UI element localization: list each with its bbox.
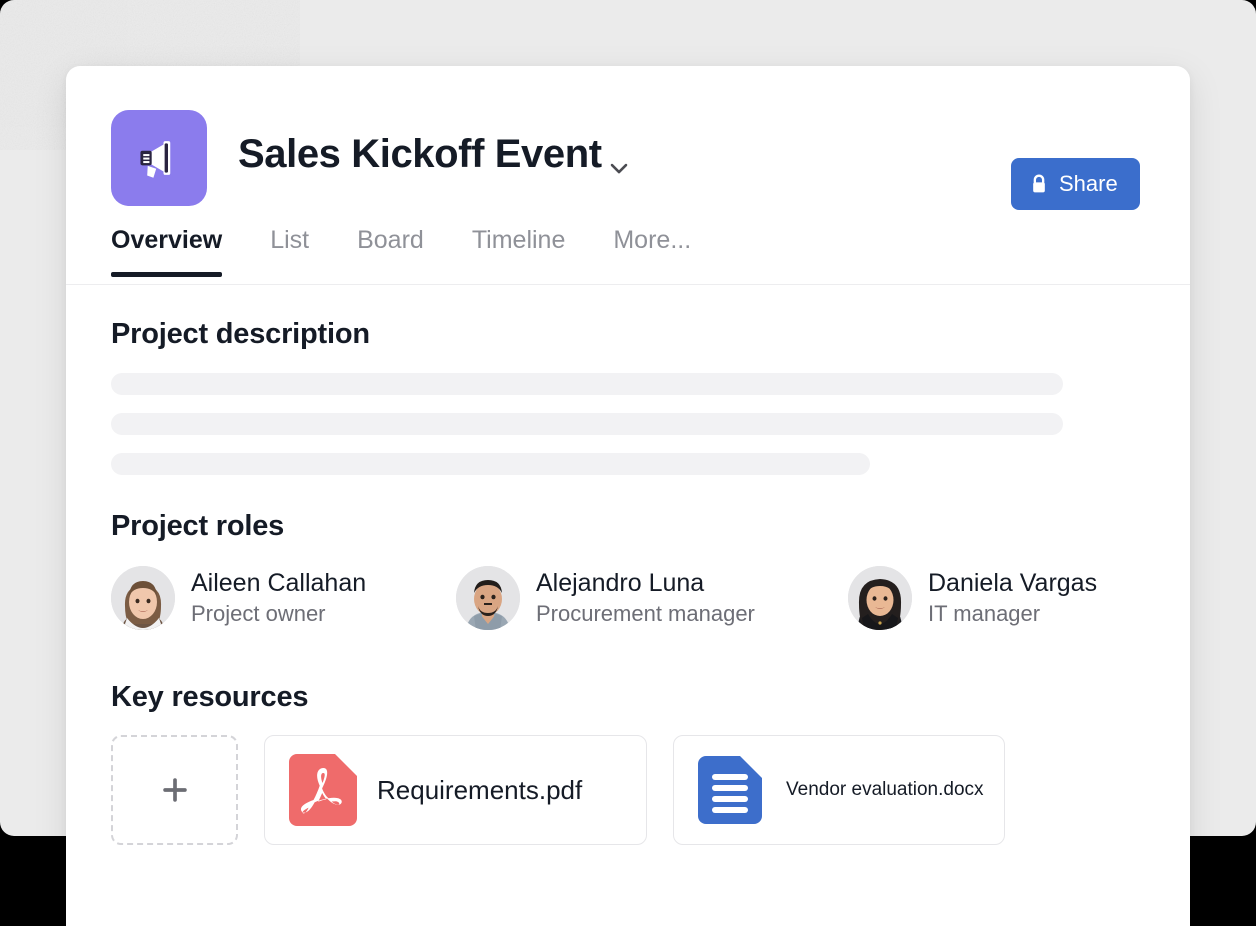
role-person-title: Procurement manager <box>536 601 755 627</box>
resource-name: Requirements.pdf <box>377 775 582 806</box>
role-person-name: Alejandro Luna <box>536 569 755 599</box>
chevron-down-icon[interactable] <box>599 148 639 188</box>
resource-card[interactable]: Vendor evaluation.docx <box>673 735 1005 845</box>
avatar <box>848 566 912 630</box>
tab-timeline[interactable]: Timeline <box>472 226 594 277</box>
megaphone-icon <box>132 131 186 185</box>
avatar <box>456 566 520 630</box>
role-text: Aileen Callahan Project owner <box>191 569 366 626</box>
role-person-name: Daniela Vargas <box>928 569 1097 599</box>
tab-board-label: Board <box>357 226 424 254</box>
share-button[interactable]: Share <box>1011 158 1140 210</box>
view-tabs: Overview List Board Timeline More... <box>111 226 739 277</box>
tab-overview[interactable]: Overview <box>111 226 222 277</box>
project-icon[interactable] <box>111 110 207 206</box>
description-placeholder-line <box>111 373 1063 395</box>
plus-icon <box>158 773 192 807</box>
tab-list[interactable]: List <box>270 226 337 277</box>
role-person-title: IT manager <box>928 601 1097 627</box>
resource-card[interactable]: Requirements.pdf <box>264 735 647 845</box>
role-item[interactable]: Alejandro Luna Procurement manager <box>456 566 848 630</box>
page-title: Sales Kickoff Event <box>238 132 602 177</box>
role-item[interactable]: Aileen Callahan Project owner <box>111 566 456 630</box>
pdf-file-icon <box>287 752 359 828</box>
tab-more-label: More... <box>613 226 691 254</box>
description-placeholder-line <box>111 453 870 475</box>
role-person-name: Aileen Callahan <box>191 569 366 599</box>
header-divider <box>66 284 1190 285</box>
add-resource-button[interactable] <box>111 735 238 845</box>
role-text: Daniela Vargas IT manager <box>928 569 1097 626</box>
project-header: Sales Kickoff Event Share Overview List <box>66 66 1190 284</box>
project-app-card: Sales Kickoff Event Share Overview List <box>66 66 1190 926</box>
role-item[interactable]: Daniela Vargas IT manager <box>848 566 1097 630</box>
project-roles-heading: Project roles <box>111 510 284 543</box>
lock-icon <box>1029 173 1049 195</box>
role-person-title: Project owner <box>191 601 366 627</box>
resource-name: Vendor evaluation.docx <box>786 779 984 801</box>
project-description-heading: Project description <box>111 318 370 351</box>
role-text: Alejandro Luna Procurement manager <box>536 569 755 626</box>
tab-timeline-label: Timeline <box>472 226 566 254</box>
key-resources-heading: Key resources <box>111 681 308 714</box>
avatar <box>111 566 175 630</box>
description-placeholder-line <box>111 413 1063 435</box>
share-button-label: Share <box>1059 171 1118 197</box>
tab-list-label: List <box>270 226 309 254</box>
tab-overview-label: Overview <box>111 226 222 254</box>
doc-file-icon <box>696 754 764 826</box>
project-roles-list: Aileen Callahan Project owner <box>111 566 1097 630</box>
tab-board[interactable]: Board <box>357 226 452 277</box>
key-resources-list: Requirements.pdf Vendor evaluation.docx <box>111 735 1005 845</box>
tab-more[interactable]: More... <box>613 226 719 277</box>
